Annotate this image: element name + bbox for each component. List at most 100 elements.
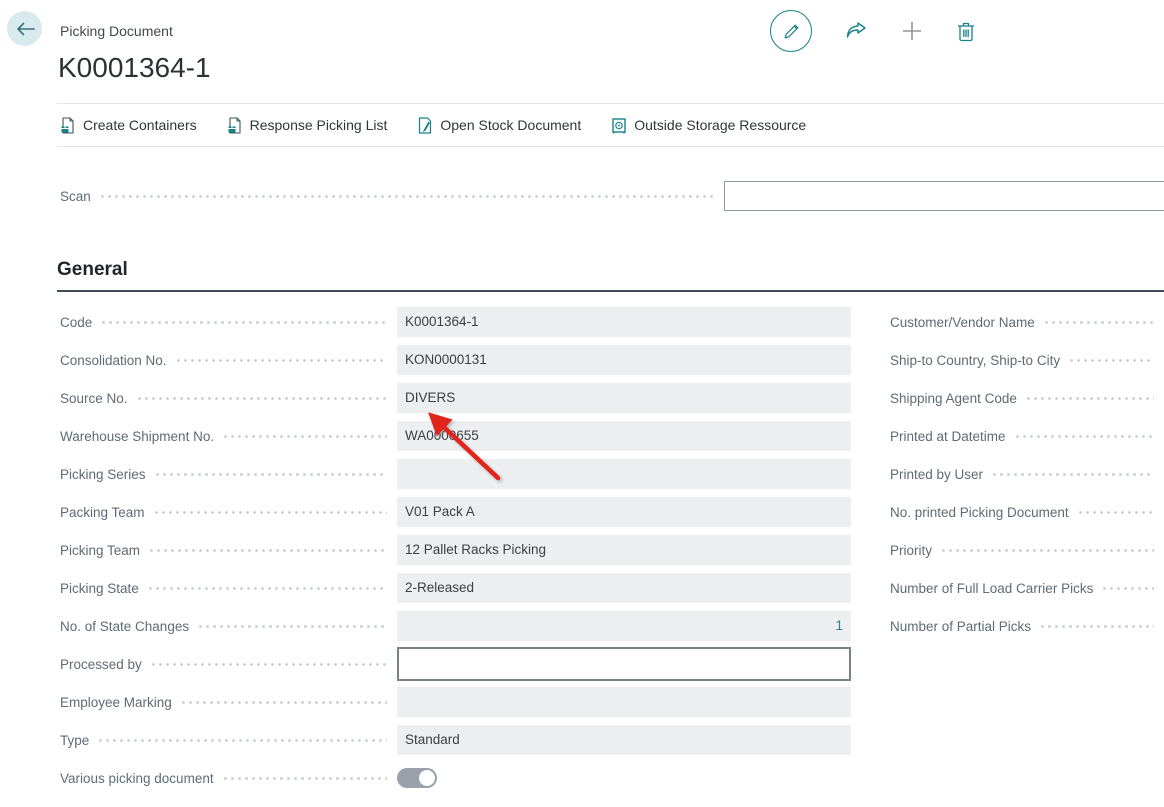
edit-button[interactable] (770, 10, 812, 52)
dotted-leader (1045, 321, 1154, 324)
action-label: Response Picking List (250, 117, 388, 133)
field-label: Source No. (60, 391, 128, 406)
dotted-leader (99, 739, 387, 742)
field-code: Code K0001364-1 (60, 303, 851, 341)
action-label: Open Stock Document (440, 117, 581, 133)
field-ship-to-country-city: Ship-to Country, Ship-to City (890, 341, 1164, 379)
toggle-knob (419, 770, 435, 786)
field-value-consolidation-no[interactable]: KON0000131 (397, 345, 851, 375)
field-value-warehouse-shipment-no[interactable]: WA0000655 (397, 421, 851, 451)
dotted-leader (155, 511, 387, 514)
record-title: K0001364-1 (58, 52, 211, 84)
action-open-stock-document[interactable]: Open Stock Document (417, 117, 581, 134)
header-action-bar (770, 9, 976, 53)
dotted-leader (1016, 435, 1154, 438)
action-label: Create Containers (83, 117, 197, 133)
field-label: Customer/Vendor Name (890, 315, 1035, 330)
field-warehouse-shipment-no: Warehouse Shipment No. WA0000655 (60, 417, 851, 455)
field-label: Packing Team (60, 505, 145, 520)
field-picking-team: Picking Team 12 Pallet Racks Picking (60, 531, 851, 569)
field-value-no-of-state-changes[interactable]: 1 (397, 611, 851, 641)
dotted-leader (150, 549, 387, 552)
field-shipping-agent-code: Shipping Agent Code (890, 379, 1164, 417)
field-number-full-load-carrier-picks: Number of Full Load Carrier Picks (890, 569, 1164, 607)
back-arrow-icon (15, 21, 35, 37)
dotted-leader (224, 777, 387, 780)
field-picking-state: Picking State 2-Released (60, 569, 851, 607)
field-label: Type (60, 733, 89, 748)
field-label: No. of State Changes (60, 619, 189, 634)
document-container-icon (60, 117, 76, 134)
field-label: No. printed Picking Document (890, 505, 1069, 520)
field-consolidation-no: Consolidation No. KON0000131 (60, 341, 851, 379)
dotted-leader (993, 473, 1154, 476)
various-picking-document-toggle[interactable] (397, 768, 437, 788)
back-button[interactable] (7, 11, 42, 46)
field-value-type[interactable]: Standard (397, 725, 851, 755)
share-icon (844, 20, 868, 42)
general-left-column: Code K0001364-1 Consolidation No. KON000… (60, 303, 851, 797)
general-right-column: Customer/Vendor Name Ship-to Country, Sh… (890, 303, 1164, 645)
dotted-leader (942, 549, 1154, 552)
dotted-leader (152, 663, 387, 666)
field-value-various-picking-document (397, 763, 851, 793)
field-label: Picking Series (60, 467, 146, 482)
field-number-of-partial-picks: Number of Partial Picks (890, 607, 1164, 645)
share-button[interactable] (844, 20, 868, 42)
dotted-leader (224, 435, 387, 438)
field-source-no: Source No. DIVERS (60, 379, 851, 417)
dotted-leader (101, 195, 714, 198)
field-label: Various picking document (60, 771, 214, 786)
field-value-employee-marking[interactable] (397, 687, 851, 717)
field-label: Priority (890, 543, 932, 558)
field-value-code[interactable]: K0001364-1 (397, 307, 851, 337)
field-employee-marking: Employee Marking (60, 683, 851, 721)
document-container-icon (227, 117, 243, 134)
scan-label: Scan (60, 189, 91, 204)
dotted-leader (156, 473, 387, 476)
dotted-leader (1041, 625, 1154, 628)
field-label: Picking State (60, 581, 139, 596)
general-section-header[interactable]: General (57, 259, 1164, 292)
pencil-icon (782, 22, 801, 41)
field-value-source-no[interactable]: DIVERS (397, 383, 851, 413)
storage-box-icon (611, 117, 627, 134)
field-label: Employee Marking (60, 695, 172, 710)
scan-row: Scan (60, 180, 1164, 212)
field-processed-by: Processed by (60, 645, 851, 683)
plus-icon (900, 19, 924, 43)
picking-document-page: Picking Document K0001364-1 (0, 0, 1164, 807)
field-various-picking-document: Various picking document (60, 759, 851, 797)
field-label: Processed by (60, 657, 142, 672)
field-value-picking-series[interactable] (397, 459, 851, 489)
action-create-containers[interactable]: Create Containers (60, 117, 197, 134)
field-packing-team: Packing Team V01 Pack A (60, 493, 851, 531)
action-response-picking-list[interactable]: Response Picking List (227, 117, 388, 134)
field-value-picking-state[interactable]: 2-Released (397, 573, 851, 603)
dotted-leader (1079, 511, 1154, 514)
dotted-leader (1070, 359, 1154, 362)
field-customer-vendor-name: Customer/Vendor Name (890, 303, 1164, 341)
action-outside-storage-ressource[interactable]: Outside Storage Ressource (611, 117, 806, 134)
field-label: Printed by User (890, 467, 983, 482)
field-label: Shipping Agent Code (890, 391, 1017, 406)
field-no-of-state-changes: No. of State Changes 1 (60, 607, 851, 645)
field-value-processed-by[interactable] (397, 647, 851, 681)
dotted-leader (1103, 587, 1154, 590)
dotted-leader (102, 321, 387, 324)
field-label: Number of Full Load Carrier Picks (890, 581, 1093, 596)
delete-button[interactable] (956, 20, 976, 42)
dotted-leader (149, 587, 387, 590)
scan-input[interactable] (724, 181, 1164, 211)
field-label: Warehouse Shipment No. (60, 429, 214, 444)
field-value-packing-team[interactable]: V01 Pack A (397, 497, 851, 527)
field-value-picking-team[interactable]: 12 Pallet Racks Picking (397, 535, 851, 565)
action-label: Outside Storage Ressource (634, 117, 806, 133)
field-label: Consolidation No. (60, 353, 167, 368)
field-type: Type Standard (60, 721, 851, 759)
field-label: Number of Partial Picks (890, 619, 1031, 634)
dotted-leader (177, 359, 387, 362)
field-printed-by-user: Printed by User (890, 455, 1164, 493)
field-label: Printed at Datetime (890, 429, 1006, 444)
new-button[interactable] (900, 19, 924, 43)
